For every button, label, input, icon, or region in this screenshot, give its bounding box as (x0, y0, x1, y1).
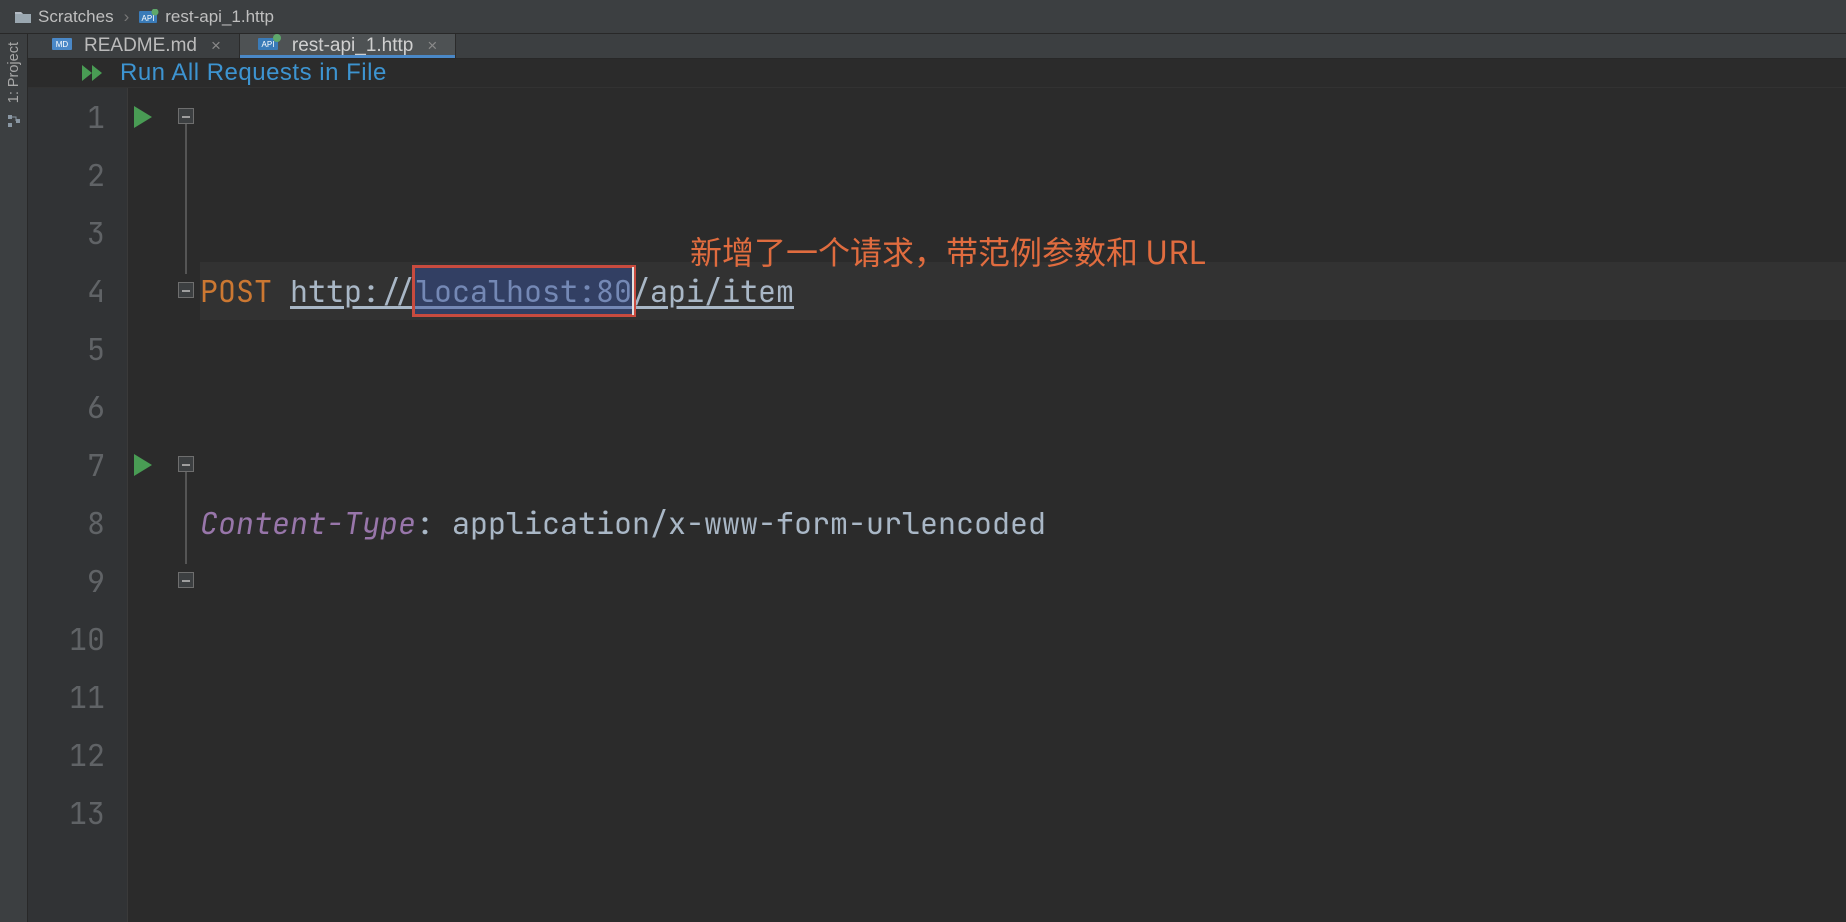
line-number: 9 (28, 552, 105, 610)
breadcrumb-file[interactable]: API rest-api_1.http (135, 7, 278, 27)
line-number: 7 (28, 436, 105, 494)
tab-label: rest-api_1.http (292, 35, 413, 57)
code-line[interactable]: Content-Type: application/x-www-form-url… (200, 494, 1846, 552)
close-icon[interactable]: × (427, 36, 437, 56)
run-request-icon[interactable] (134, 106, 152, 128)
request-url[interactable]: http://localhost:80/api/item (290, 262, 794, 320)
run-all-link[interactable]: Run All Requests in File (120, 59, 387, 87)
line-number: 10 (28, 610, 105, 668)
api-file-icon: API (258, 34, 282, 58)
line-number: 12 (28, 726, 105, 784)
api-file-icon: API (139, 9, 159, 25)
code-content[interactable]: POST http://localhost:80/api/item Conten… (200, 88, 1846, 922)
close-icon[interactable]: × (211, 36, 221, 56)
tab-readme[interactable]: MD README.md × (34, 34, 240, 58)
breadcrumb: Scratches › API rest-api_1.http (0, 0, 1846, 34)
fold-toggle-icon[interactable] (178, 572, 194, 588)
project-tool-button[interactable]: 1: Project (6, 42, 22, 103)
tab-label: README.md (84, 35, 197, 57)
line-number: 5 (28, 320, 105, 378)
line-number: 13 (28, 784, 105, 842)
svg-text:MD: MD (56, 40, 69, 49)
folder-icon (14, 10, 32, 24)
line-number: 1 (28, 88, 105, 146)
code-line[interactable]: POST http://localhost:80/api/item (200, 262, 1846, 320)
line-number: 3 (28, 204, 105, 262)
md-file-icon: MD (52, 34, 74, 58)
breadcrumb-root-label: Scratches (38, 7, 114, 27)
breadcrumb-root[interactable]: Scratches (10, 7, 118, 27)
gutter-markers (128, 88, 176, 922)
line-number: 11 (28, 668, 105, 726)
line-number: 4 (28, 262, 105, 320)
run-all-bar: Run All Requests in File (28, 59, 1846, 88)
run-request-icon[interactable] (134, 454, 152, 476)
line-number-gutter: 1 2 3 4 5 6 7 8 9 10 11 12 13 (28, 88, 128, 922)
code-line[interactable] (200, 726, 1846, 784)
breadcrumb-file-label: rest-api_1.http (165, 7, 274, 27)
run-all-icon[interactable] (80, 63, 106, 83)
code-editor[interactable]: 1 2 3 4 5 6 7 8 9 10 11 12 13 (28, 88, 1846, 922)
line-number: 6 (28, 378, 105, 436)
fold-toggle-icon[interactable] (178, 456, 194, 472)
svg-text:API: API (261, 40, 274, 49)
header-name: Content-Type (200, 494, 416, 552)
tool-window-strip: 1: Project (0, 34, 28, 922)
editor-tab-bar: MD README.md × API rest-api_1.http × (28, 34, 1846, 59)
fold-toggle-icon[interactable] (178, 108, 194, 124)
line-number: 2 (28, 146, 105, 204)
breadcrumb-separator: › (124, 7, 130, 27)
http-method: POST (200, 262, 272, 320)
header-value: application/x-www-form-urlencoded (452, 494, 1046, 552)
fold-gutter (176, 88, 200, 922)
tab-rest-api[interactable]: API rest-api_1.http × (240, 34, 456, 58)
line-number: 8 (28, 494, 105, 552)
svg-text:API: API (142, 14, 155, 23)
project-structure-icon[interactable] (6, 113, 22, 134)
fold-toggle-icon[interactable] (178, 282, 194, 298)
